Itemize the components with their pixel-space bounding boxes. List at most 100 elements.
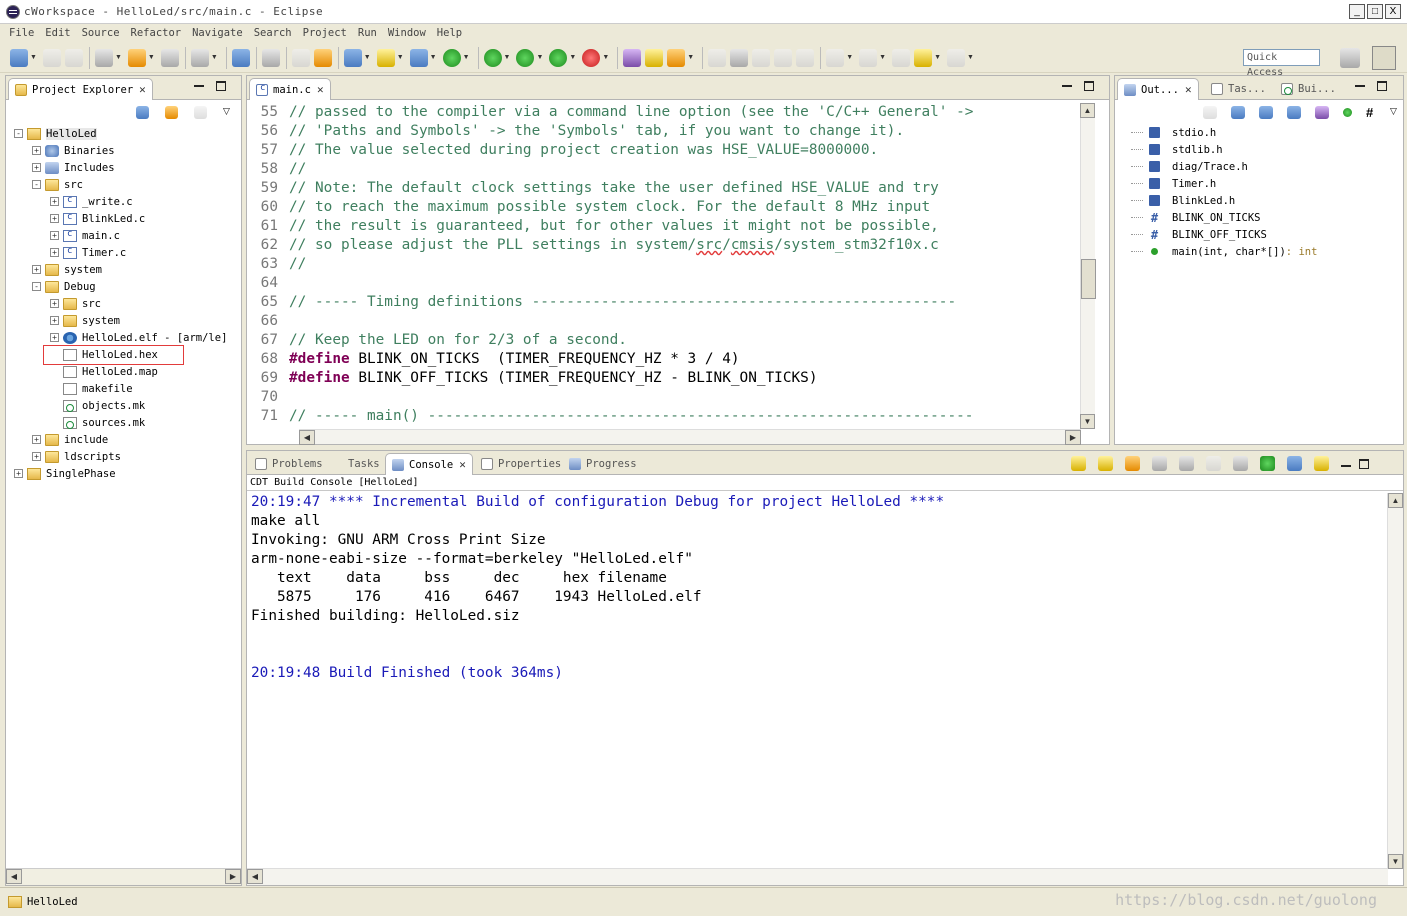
tree-item[interactable]: + ldscripts bbox=[32, 448, 121, 465]
terminal-icon[interactable] bbox=[231, 48, 250, 67]
build-config-dropdown-icon[interactable]: ▼ bbox=[115, 54, 122, 61]
tree-item[interactable]: + include bbox=[32, 431, 108, 448]
close-icon[interactable]: ✕ bbox=[139, 83, 146, 96]
tree-item[interactable]: + system bbox=[50, 312, 120, 329]
expand-icon[interactable]: + bbox=[50, 231, 59, 240]
menu-navigate[interactable]: Navigate bbox=[192, 27, 243, 39]
scroll-up-arrow-icon[interactable]: ▲ bbox=[1080, 103, 1095, 118]
expand-icon[interactable]: + bbox=[32, 265, 41, 274]
show-build-console-icon[interactable] bbox=[1125, 456, 1140, 471]
tab-build-targets[interactable]: Bui... bbox=[1275, 78, 1342, 100]
tab-properties[interactable]: Properties bbox=[475, 453, 567, 475]
debug-config-dropdown-icon[interactable]: ▼ bbox=[211, 54, 218, 61]
menu-window[interactable]: Window bbox=[388, 27, 426, 39]
view-menu-icon[interactable]: ▽ bbox=[1390, 106, 1404, 119]
skip-breakpoints-icon[interactable] bbox=[261, 48, 280, 67]
expand-icon[interactable]: + bbox=[50, 316, 59, 325]
close-icon[interactable]: ✕ bbox=[459, 458, 466, 471]
new-file-icon[interactable] bbox=[409, 48, 428, 67]
tab-main-c[interactable]: main.c ✕ bbox=[249, 78, 331, 100]
new-folder-dropdown-icon[interactable]: ▼ bbox=[397, 54, 404, 61]
build-hammer-icon[interactable] bbox=[127, 48, 146, 67]
scroll-down-arrow-icon[interactable]: ▼ bbox=[1388, 854, 1403, 869]
hide-non-public-icon[interactable] bbox=[1343, 108, 1352, 117]
open-resource-icon[interactable] bbox=[645, 48, 664, 67]
filter-icon[interactable] bbox=[1203, 106, 1217, 119]
outline-item[interactable]: Timer.h bbox=[1131, 175, 1216, 192]
new-folder-icon[interactable] bbox=[376, 48, 395, 67]
tree-item[interactable]: + BlinkLed.c bbox=[50, 210, 145, 227]
scroll-right-arrow-icon[interactable]: ▶ bbox=[1065, 430, 1081, 445]
expand-icon[interactable]: + bbox=[32, 163, 41, 172]
back-arrow-icon[interactable] bbox=[914, 48, 933, 67]
scroll-down-arrow-icon[interactable]: ▼ bbox=[1080, 414, 1095, 429]
run-dropdown-icon[interactable]: ▼ bbox=[536, 54, 543, 61]
tab-task-list[interactable]: Tas... bbox=[1205, 78, 1272, 100]
outline-item[interactable]: stdio.h bbox=[1131, 124, 1216, 141]
tree-item[interactable]: + HelloLed.elf - [arm/le] bbox=[50, 329, 227, 346]
new-icon[interactable] bbox=[10, 48, 28, 67]
menu-help[interactable]: Help bbox=[437, 27, 462, 39]
code-text-area[interactable]: 55 // passed to the compiler via a comman… bbox=[247, 100, 1081, 428]
tab-progress[interactable]: Progress bbox=[563, 453, 643, 475]
minimize-view-icon[interactable] bbox=[1355, 81, 1365, 87]
open-perspective-icon[interactable] bbox=[1340, 48, 1360, 68]
editor-vertical-scrollbar[interactable]: ▲ ▼ bbox=[1080, 103, 1096, 429]
scroll-left-arrow-icon[interactable]: ◀ bbox=[247, 869, 263, 884]
outline-item[interactable]: # BLINK_OFF_TICKS bbox=[1131, 226, 1267, 243]
outline-item[interactable]: diag/Trace.h bbox=[1131, 158, 1248, 175]
previous-error-icon[interactable] bbox=[1098, 456, 1113, 471]
scroll-up-arrow-icon[interactable]: ▲ bbox=[1388, 493, 1403, 508]
tree-item[interactable]: + Includes bbox=[32, 159, 115, 176]
scroll-left-arrow-icon[interactable]: ◀ bbox=[6, 869, 22, 884]
tab-tasks[interactable]: Tasks bbox=[325, 453, 386, 475]
tree-item[interactable]: + system bbox=[32, 261, 102, 278]
copy-icon[interactable] bbox=[1152, 456, 1167, 471]
debug-bug-icon[interactable] bbox=[483, 48, 502, 67]
toggle-mark-icon[interactable] bbox=[708, 48, 727, 67]
collapse-icon[interactable]: - bbox=[14, 129, 23, 138]
team-sync-icon[interactable] bbox=[291, 48, 310, 67]
maximize-view-icon[interactable] bbox=[1084, 81, 1094, 91]
outline-item[interactable]: # BLINK_ON_TICKS bbox=[1131, 209, 1261, 226]
maximize-view-icon[interactable] bbox=[1359, 458, 1369, 469]
new-class-dropdown-icon[interactable]: ▼ bbox=[463, 54, 470, 61]
tree-item[interactable]: + Binaries bbox=[32, 142, 115, 159]
filter-icon[interactable] bbox=[194, 106, 207, 119]
new-project-dropdown-icon[interactable]: ▼ bbox=[364, 54, 371, 61]
save-icon[interactable] bbox=[42, 48, 61, 67]
prev-annotation-dropdown-icon[interactable]: ▼ bbox=[879, 54, 886, 61]
link-with-editor-icon[interactable] bbox=[165, 106, 178, 119]
scroll-left-arrow-icon[interactable]: ◀ bbox=[299, 430, 315, 445]
menu-search[interactable]: Search bbox=[254, 27, 292, 39]
tab-outline[interactable]: Out... ✕ bbox=[1117, 78, 1199, 100]
back-dropdown-icon[interactable]: ▼ bbox=[934, 54, 941, 61]
paragraph-icon[interactable] bbox=[796, 48, 815, 67]
tree-item[interactable]: - Debug bbox=[32, 278, 96, 295]
new-dropdown-icon[interactable]: ▼ bbox=[30, 54, 37, 61]
save-all-icon[interactable] bbox=[64, 48, 83, 67]
minimize-view-icon[interactable] bbox=[1341, 461, 1351, 467]
build-config-icon[interactable] bbox=[94, 48, 113, 67]
hide-static-icon[interactable] bbox=[1315, 106, 1329, 119]
expand-icon[interactable]: + bbox=[14, 469, 23, 478]
close-icon[interactable]: ✕ bbox=[1185, 83, 1192, 96]
open-console-icon[interactable] bbox=[1314, 456, 1329, 471]
console-vertical-scrollbar[interactable]: ▲ ▼ bbox=[1387, 493, 1403, 869]
tree-item[interactable]: makefile bbox=[50, 380, 133, 397]
search-dropdown-icon[interactable]: ▼ bbox=[687, 54, 694, 61]
collapse-all-icon[interactable] bbox=[1231, 106, 1245, 119]
tree-item[interactable]: HelloLed.map bbox=[50, 363, 158, 380]
menu-refactor[interactable]: Refactor bbox=[131, 27, 182, 39]
show-whitespace-icon[interactable] bbox=[774, 48, 793, 67]
editor-horizontal-scrollbar[interactable]: ◀ ▶ bbox=[299, 429, 1081, 445]
coverage-icon[interactable] bbox=[582, 48, 601, 67]
binary-icon[interactable] bbox=[160, 48, 179, 67]
toggle-breadcrumb-icon[interactable] bbox=[730, 48, 749, 67]
tree-item[interactable]: - src bbox=[32, 176, 83, 193]
prev-annotation-icon[interactable] bbox=[859, 48, 878, 67]
outline-item[interactable]: main(int, char*[]) : int bbox=[1131, 243, 1317, 260]
coverage-dropdown-icon[interactable]: ▼ bbox=[602, 54, 609, 61]
debug-dropdown-icon[interactable]: ▼ bbox=[504, 54, 511, 61]
expand-icon[interactable]: + bbox=[50, 333, 59, 342]
